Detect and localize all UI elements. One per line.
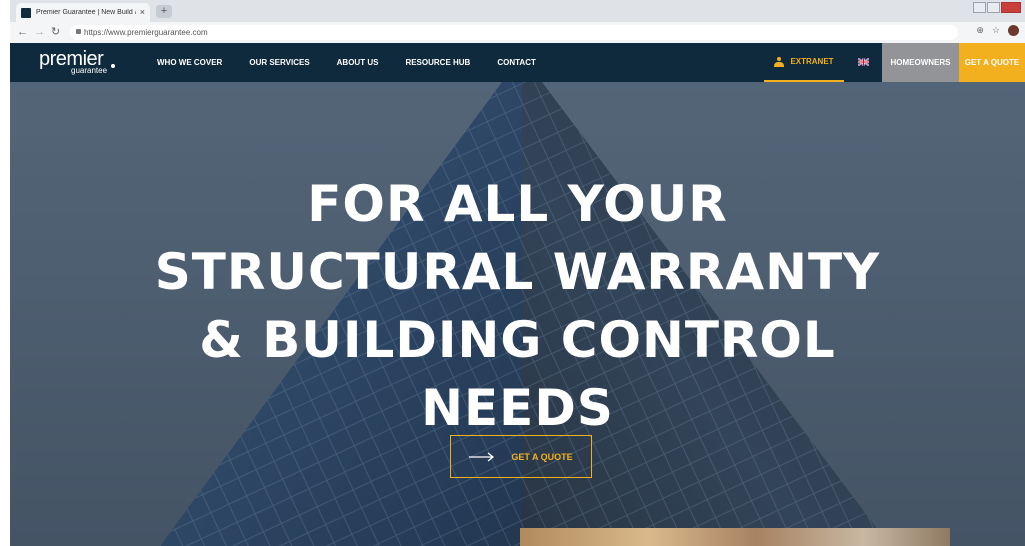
close-window-button[interactable] — [1001, 2, 1021, 13]
close-tab-icon[interactable]: × — [140, 8, 145, 17]
premier-guarantee-logo[interactable]: premier guarantee — [39, 48, 119, 78]
hero-get-a-quote-button[interactable]: GET A QUOTE — [450, 435, 592, 478]
hero-heading-line-4: NEEDS — [421, 379, 614, 437]
featured-image-strip — [520, 528, 950, 546]
site-favicon-icon — [21, 7, 31, 18]
main-navigation: WHO WE COVER OUR SERVICES ABOUT US RESOU… — [157, 43, 536, 82]
get-a-quote-nav-button[interactable]: GET A QUOTE — [959, 43, 1025, 82]
back-icon[interactable]: ← — [17, 25, 28, 39]
nav-contact[interactable]: CONTACT — [497, 58, 536, 67]
left-margin — [0, 0, 10, 546]
logo-subtitle: guarantee — [71, 66, 108, 75]
nav-about-us[interactable]: ABOUT US — [337, 58, 379, 67]
hero-heading-line-2: STRUCTURAL WARRANTY — [154, 243, 881, 301]
site-header: premier guarantee WHO WE COVER OUR SERVI… — [10, 43, 1025, 82]
window-controls — [973, 2, 1021, 13]
url-text: https://www.premierguarantee.com — [84, 28, 208, 37]
minimize-button[interactable] — [973, 2, 986, 13]
maximize-button[interactable] — [987, 2, 1000, 13]
hero-cta-label: GET A QUOTE — [511, 451, 573, 462]
hero-heading-line-3: & BUILDING CONTROL — [199, 311, 836, 369]
address-bar[interactable]: https://www.premierguarantee.com — [70, 25, 958, 40]
user-icon — [774, 56, 785, 67]
arrow-right-icon — [469, 451, 495, 462]
hero-heading-line-1: FOR ALL YOUR — [307, 175, 728, 233]
browser-tab-bar: Premier Guarantee | New Build & ... × + — [10, 0, 1025, 22]
hero-heading: FOR ALL YOUR STRUCTURAL WARRANTY & BUILD… — [10, 170, 1025, 442]
zoom-icon[interactable]: ⊕ — [976, 25, 984, 36]
browser-tab[interactable]: Premier Guarantee | New Build & ... × — [16, 3, 150, 22]
homeowners-button[interactable]: HOMEOWNERS — [882, 43, 959, 82]
reload-icon[interactable]: ↻ — [51, 25, 60, 39]
uk-flag-icon[interactable] — [858, 58, 869, 66]
lock-icon — [76, 29, 81, 34]
browser-toolbar: ← → ↻ https://www.premierguarantee.com ⊕… — [10, 22, 1025, 44]
extranet-link[interactable]: EXTRANET — [764, 43, 844, 82]
bookmark-star-icon[interactable]: ☆ — [992, 25, 1000, 36]
extranet-label: EXTRANET — [790, 57, 834, 66]
nav-our-services[interactable]: OUR SERVICES — [249, 58, 309, 67]
nav-resource-hub[interactable]: RESOURCE HUB — [405, 58, 470, 67]
forward-icon[interactable]: → — [34, 25, 45, 39]
logo-dot-icon — [111, 64, 115, 68]
nav-who-we-cover[interactable]: WHO WE COVER — [157, 58, 222, 67]
profile-avatar[interactable] — [1008, 25, 1019, 36]
hero-section: FOR ALL YOUR STRUCTURAL WARRANTY & BUILD… — [10, 82, 1025, 546]
new-tab-button[interactable]: + — [156, 5, 172, 18]
tab-title: Premier Guarantee | New Build & ... — [36, 9, 136, 16]
